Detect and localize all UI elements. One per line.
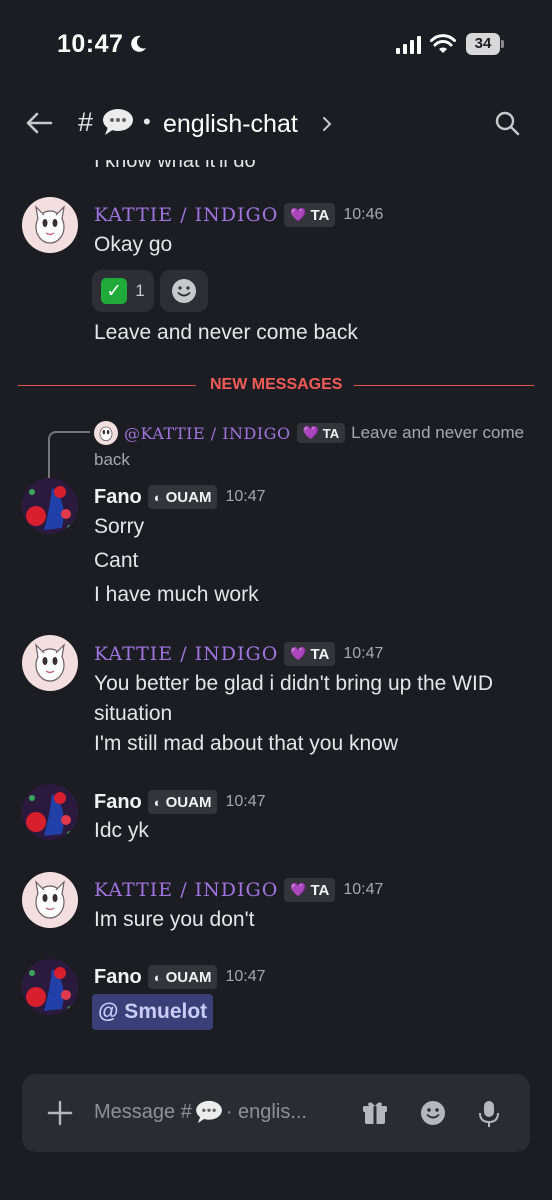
back-arrow-icon[interactable] [24, 108, 54, 138]
role-tag[interactable]: ◐ OUAM [147, 485, 218, 509]
role-tag[interactable]: 💜 TA [284, 642, 336, 666]
reply-username: @KATTIE / INDIGO [124, 423, 291, 443]
role-tag[interactable]: ◐ OUAM [147, 790, 218, 814]
moon-icon [131, 35, 146, 52]
message-header: KATTIE / INDIGO 💜 TA 10:47 [94, 877, 383, 903]
role-tag[interactable]: 💜 TA [284, 203, 336, 227]
chevron-right-icon[interactable] [320, 116, 334, 132]
message-header: KATTIE / INDIGO 💜 TA 10:46 [94, 202, 383, 228]
new-messages-divider: NEW MESSAGES [18, 374, 534, 398]
cat-drawing-icon [35, 205, 65, 244]
message-text: Okay go [94, 233, 173, 256]
timestamp: 10:46 [343, 206, 384, 223]
message-text: Sorry [94, 515, 145, 538]
reply-avatar [94, 421, 118, 445]
reply-preview[interactable]: @KATTIE / INDIGO 💜 TA Leave and never com… [124, 423, 524, 443]
message-text: Idc yk [94, 819, 149, 842]
cat-drawing-icon [35, 880, 65, 919]
heart-icon: 💜 [302, 425, 319, 440]
username[interactable]: KATTIE / INDIGO [94, 204, 278, 226]
message-text: Cant [94, 549, 139, 572]
message-header: Fano ◐ OUAM 10:47 [94, 964, 266, 990]
username[interactable]: Fano [94, 791, 142, 814]
badge-icon: ◐ [153, 794, 162, 810]
channel-separator: • [143, 109, 151, 134]
message-composer[interactable]: Message # · englis... [22, 1074, 530, 1152]
gift-icon[interactable] [362, 1100, 388, 1126]
battery-icon: 34 [466, 33, 504, 55]
status-time: 10:47 [57, 30, 124, 58]
plus-icon[interactable] [46, 1099, 74, 1127]
placeholder-suffix: · englis... [225, 1100, 307, 1123]
avatar[interactable] [22, 959, 78, 1015]
message-text: I have much work [94, 583, 259, 606]
new-messages-label: NEW MESSAGES [210, 376, 343, 393]
avatar[interactable] [22, 478, 78, 534]
username[interactable]: KATTIE / INDIGO [94, 879, 278, 901]
message-input[interactable]: Message # · englis... [94, 1100, 307, 1124]
heart-icon: 💜 [290, 882, 307, 897]
search-icon[interactable] [494, 110, 520, 136]
message-text: You better be glad i didn't bring up the… [94, 672, 493, 695]
check-mark-icon: ✓ [101, 278, 128, 304]
battery-level: 34 [474, 35, 492, 52]
timestamp: 10:47 [343, 645, 384, 662]
speech-bubble-icon [195, 1100, 222, 1124]
message-header: KATTIE / INDIGO 💜 TA 10:47 [94, 641, 383, 667]
reaction-count: 1 [135, 281, 145, 300]
flower-avatar-icon [22, 478, 78, 534]
flower-avatar-icon [22, 959, 78, 1015]
avatar[interactable] [22, 197, 78, 253]
message-text: I'm still mad about that you know [94, 732, 398, 755]
timestamp: 10:47 [225, 793, 266, 810]
cellular-signal-icon [396, 36, 421, 54]
microphone-icon[interactable] [478, 1100, 500, 1128]
smiley-icon [172, 279, 196, 303]
cat-drawing-icon [35, 643, 65, 682]
speech-bubble-icon [103, 109, 133, 135]
emoji-icon[interactable] [420, 1100, 446, 1126]
add-reaction-button[interactable] [160, 270, 208, 312]
badge-icon: ◐ [153, 969, 162, 985]
role-tag: 💜 TA [296, 423, 346, 443]
reply-connector [48, 431, 90, 479]
username[interactable]: Fano [94, 966, 142, 989]
timestamp: 10:47 [225, 968, 266, 985]
channel-name[interactable]: english-chat [163, 110, 298, 139]
reaction-check[interactable]: ✓ 1 [92, 270, 154, 312]
status-bar: 10:47 34 [0, 0, 552, 90]
user-mention[interactable]: @ Smuelot [92, 994, 214, 1030]
placeholder-prefix: Message # [94, 1100, 192, 1123]
username[interactable]: KATTIE / INDIGO [94, 643, 278, 665]
reply-text: Leave and never come [351, 423, 525, 442]
reply-text-continued: back [94, 450, 130, 469]
message-header: Fano ◐ OUAM 10:47 [94, 789, 266, 815]
message-header: Fano ◐ OUAM 10:47 [94, 484, 266, 510]
timestamp: 10:47 [225, 488, 266, 505]
channel-header: # • english-chat [0, 98, 552, 154]
avatar[interactable] [22, 784, 78, 840]
channel-hash: # [78, 107, 94, 137]
timestamp: 10:47 [343, 881, 384, 898]
flower-avatar-icon [22, 784, 78, 840]
message-text: Im sure you don't [94, 908, 255, 931]
message-text: situation [94, 702, 173, 725]
role-tag[interactable]: ◐ OUAM [147, 965, 218, 989]
avatar[interactable] [22, 635, 78, 691]
wifi-icon [430, 34, 456, 53]
role-tag[interactable]: 💜 TA [284, 878, 336, 902]
message-text: Leave and never come back [94, 321, 358, 344]
badge-icon: ◐ [153, 489, 162, 505]
username[interactable]: Fano [94, 486, 142, 509]
heart-icon: 💜 [290, 646, 307, 661]
heart-icon: 💜 [290, 207, 307, 222]
avatar[interactable] [22, 872, 78, 928]
